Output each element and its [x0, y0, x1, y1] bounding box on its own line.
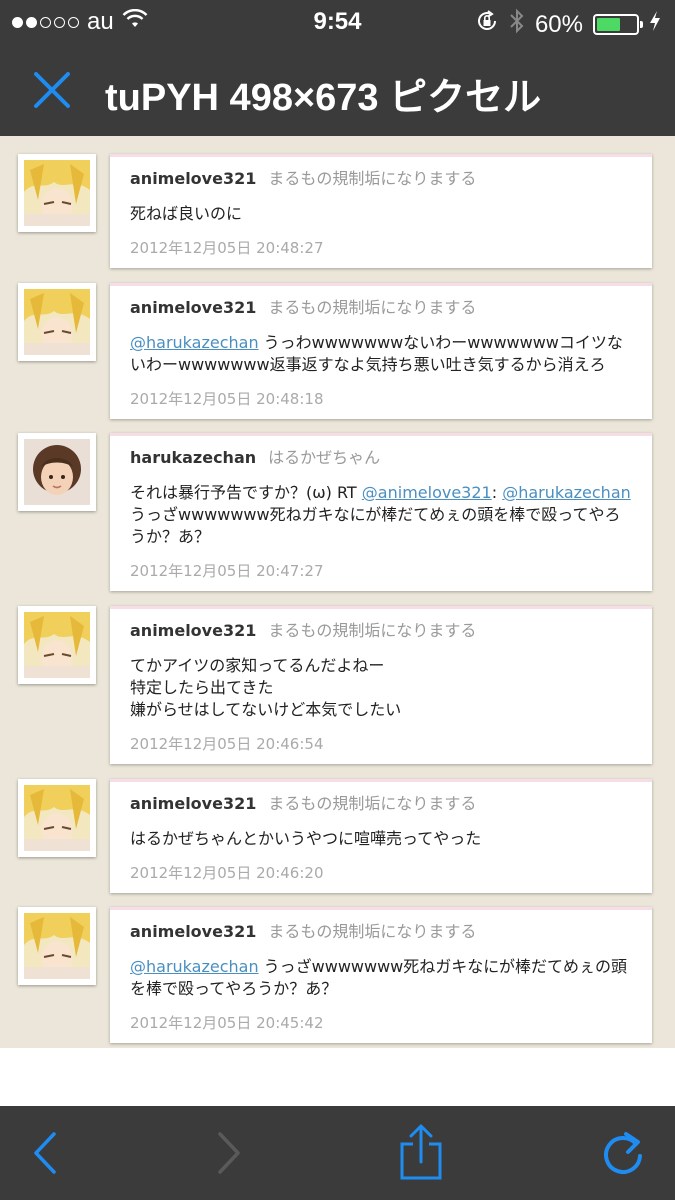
- tweet-timestamp: 2012年12月05日 20:47:27: [130, 562, 324, 580]
- share-button[interactable]: [394, 1122, 448, 1180]
- tweet-display-name: まるもの規制垢になりまする: [268, 922, 477, 941]
- tweet-display-name: まるもの規制垢になりまする: [268, 794, 477, 813]
- battery-level: [597, 18, 620, 31]
- avatar: [18, 433, 96, 511]
- mention-link[interactable]: @harukazechan: [130, 333, 259, 352]
- forward-button[interactable]: [200, 1126, 254, 1180]
- tweet-text: てかアイツの家知ってるんだよねー 特定したら出てきた 嫌がらせはしてないけど本気…: [130, 655, 632, 721]
- tweet-colon: :: [491, 483, 503, 502]
- chevron-left-icon: [34, 1132, 56, 1174]
- tweet-body-suffix: うっざwwwwwww死ねガキなにが棒だてめぇの頭を棒で殴ってやろうか？あ？: [130, 505, 621, 546]
- mention-link[interactable]: @animelove321: [362, 483, 492, 502]
- tweet-timestamp: 2012年12月05日 20:46:54: [130, 735, 324, 753]
- tweet-text: はるかぜちゃんとかいうやつに喧嘩売ってやった: [130, 829, 482, 848]
- tweet-display-name: はるかぜちゃん: [268, 448, 381, 467]
- tweet-timestamp: 2012年12月05日 20:48:18: [130, 390, 324, 408]
- tweet-username[interactable]: animelove321: [130, 794, 256, 813]
- battery-icon: [593, 14, 643, 35]
- tweet-display-name: まるもの規制垢になりまする: [268, 169, 477, 188]
- close-icon: [34, 72, 70, 108]
- bluetooth-icon: [509, 8, 525, 41]
- avatar: [18, 283, 96, 361]
- avatar: [18, 154, 96, 232]
- tweet-username[interactable]: animelove321: [130, 922, 256, 941]
- status-right: 60%: [475, 8, 661, 41]
- tweet-text: @harukazechan うっわwwwwwwwないわーwwwwwwwコイツない…: [130, 332, 632, 376]
- bottom-toolbar: [0, 1106, 675, 1200]
- tweet-card: animelove321 まるもの規制垢になりまする てかアイツの家知ってるんだよ…: [110, 606, 652, 764]
- tweet-display-name: まるもの規制垢になりまする: [268, 298, 477, 317]
- tweet-card: animelove321 まるもの規制垢になりまする @harukazechan …: [110, 283, 652, 419]
- avatar: [18, 907, 96, 985]
- tweet-username[interactable]: harukazechan: [130, 448, 256, 467]
- tweet-text: @harukazechan うっざwwwwwww死ねガキなにが棒だてめぇの頭を棒…: [130, 956, 632, 1000]
- tweet-card: animelove321 まるもの規制垢になりまする 死ねば良いのに 2012年1…: [110, 154, 652, 268]
- tweet-timestamp: 2012年12月05日 20:46:20: [130, 864, 324, 882]
- mention-link[interactable]: @harukazechan: [130, 957, 259, 976]
- tweet-username[interactable]: animelove321: [130, 169, 256, 188]
- image-viewer: animelove321 まるもの規制垢になりまする 死ねば良いのに 2012年1…: [0, 136, 675, 1048]
- tweet-username[interactable]: animelove321: [130, 298, 256, 317]
- charging-bolt-icon: [649, 10, 661, 39]
- share-icon: [400, 1124, 442, 1180]
- tweet-text: それは暴行予告ですか？(ω) RT @animelove321: @haruka…: [130, 482, 632, 548]
- tweet-timestamp: 2012年12月05日 20:48:27: [130, 239, 324, 257]
- avatar: [18, 779, 96, 857]
- rotation-lock-icon: [475, 9, 499, 40]
- tweet-card: harukazechan はるかぜちゃん それは暴行予告ですか？(ω) RT @a…: [110, 433, 652, 591]
- tweet-text: 死ねば良いのに: [130, 204, 243, 223]
- tweet-card: animelove321 まるもの規制垢になりまする @harukazechan …: [110, 907, 652, 1043]
- tweet-line: 特定したら出てきた: [130, 678, 274, 697]
- reload-button[interactable]: [596, 1126, 650, 1180]
- tweet-body-prefix: それは暴行予告ですか？(ω) RT: [130, 483, 362, 502]
- tweet-timestamp: 2012年12月05日 20:45:42: [130, 1014, 324, 1032]
- title-bar: tuPYH 498×673 ピクセル: [0, 46, 675, 136]
- avatar: [18, 606, 96, 684]
- battery-percent: 60%: [534, 10, 583, 38]
- chevron-right-icon: [218, 1132, 240, 1174]
- mention-link[interactable]: @harukazechan: [502, 483, 631, 502]
- tweet-username[interactable]: animelove321: [130, 621, 256, 640]
- tweet-card: animelove321 まるもの規制垢になりまする はるかぜちゃんとかいうやつに…: [110, 779, 652, 893]
- tweet-display-name: まるもの規制垢になりまする: [268, 621, 477, 640]
- tweet-line: てかアイツの家知ってるんだよねー: [130, 656, 385, 675]
- status-bar: au 9:54 60%: [0, 0, 675, 46]
- back-button[interactable]: [20, 1126, 74, 1180]
- close-button[interactable]: [28, 66, 76, 114]
- reload-icon: [604, 1132, 642, 1174]
- page-title: tuPYH 498×673 ピクセル: [105, 77, 542, 119]
- tweet-line: 嫌がらせはしてないけど本気でしたい: [130, 700, 402, 719]
